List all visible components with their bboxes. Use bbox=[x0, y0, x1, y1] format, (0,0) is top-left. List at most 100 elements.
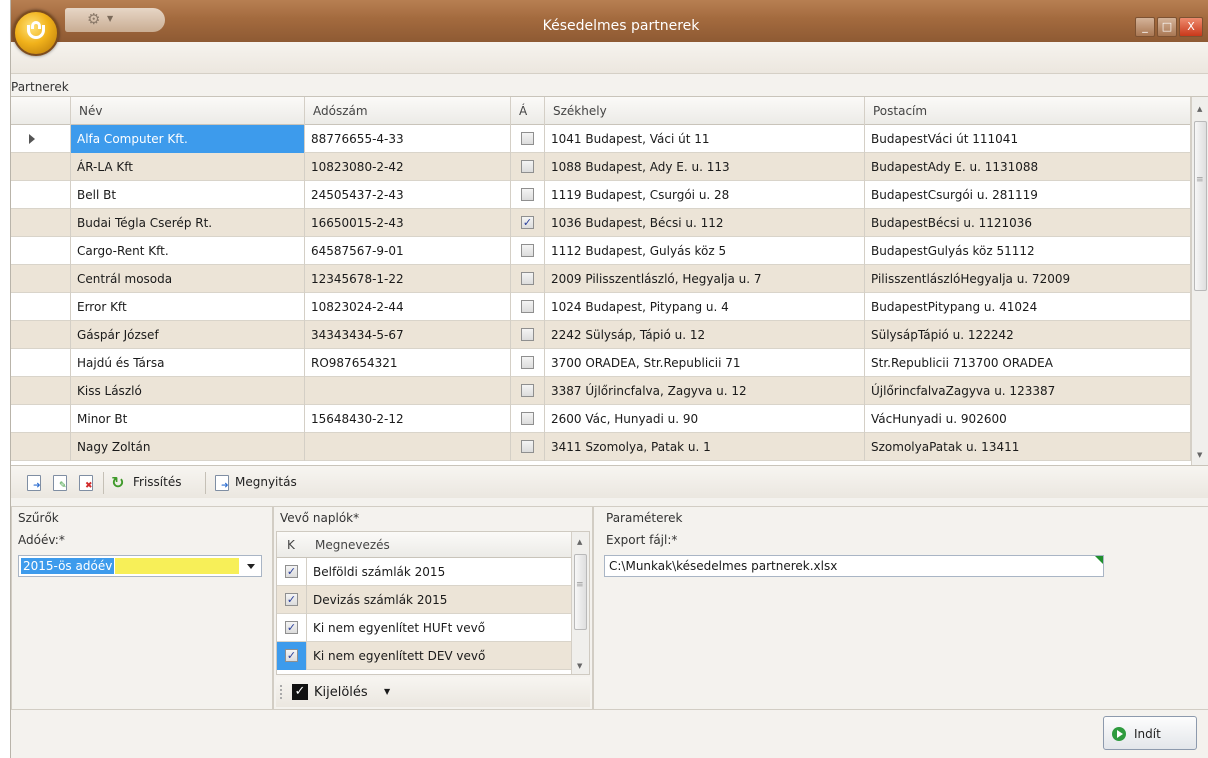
row-checkbox[interactable] bbox=[521, 300, 534, 313]
journal-checkbox[interactable]: ✓ bbox=[285, 565, 298, 578]
gear-icon[interactable]: ⚙ bbox=[87, 10, 100, 28]
column-header-postal[interactable]: Postacím bbox=[865, 97, 1191, 125]
row-indicator[interactable] bbox=[11, 265, 71, 293]
column-header-flag[interactable]: Á bbox=[511, 97, 545, 125]
journal-check-cell[interactable]: ✓ bbox=[277, 586, 307, 614]
partners-grid[interactable]: Név Adószám Á Székhely Postacím Alfa Com… bbox=[11, 96, 1208, 466]
row-checkbox[interactable] bbox=[521, 384, 534, 397]
row-indicator[interactable] bbox=[11, 237, 71, 265]
cell-flag[interactable] bbox=[511, 405, 545, 433]
table-row[interactable]: Alfa Computer Kft. 88776655-4-33 1041 Buda… bbox=[11, 125, 1191, 153]
cell-tax-number[interactable]: 16650015-2-43 bbox=[305, 209, 511, 237]
row-checkbox[interactable] bbox=[521, 160, 534, 173]
cell-flag[interactable] bbox=[511, 377, 545, 405]
cell-name[interactable]: Minor Bt bbox=[71, 405, 305, 433]
list-item[interactable]: ✓ Ki nem egyenlített DEV vevő bbox=[277, 642, 571, 670]
cell-seat[interactable]: 1024 Budapest, Pitypang u. 4 bbox=[545, 293, 865, 321]
cell-seat[interactable]: 2009 Pilisszentlászló, Hegyalja u. 7 bbox=[545, 265, 865, 293]
journal-check-cell[interactable]: ✓ bbox=[277, 614, 307, 642]
table-row[interactable]: ÁR-LA Kft 10823080-2-42 1088 Budapest, Ady… bbox=[11, 153, 1191, 181]
row-checkbox[interactable] bbox=[521, 440, 534, 453]
cell-postal[interactable]: BudapestBécsi u. 1121036 bbox=[865, 209, 1191, 237]
journal-checkbox[interactable]: ✓ bbox=[285, 621, 298, 634]
scrollbar-thumb[interactable] bbox=[574, 554, 587, 630]
maximize-button[interactable]: □ bbox=[1157, 17, 1177, 37]
open-document-icon[interactable]: ➜ bbox=[215, 475, 229, 491]
list-item[interactable]: ✓ Belföldi számlák 2015 bbox=[277, 558, 571, 586]
table-row[interactable]: Cargo-Rent Kft. 64587567-9-01 1112 Budapes… bbox=[11, 237, 1191, 265]
cell-postal[interactable]: SzomolyaPatak u. 13411 bbox=[865, 433, 1191, 461]
row-indicator[interactable] bbox=[11, 433, 71, 461]
cell-flag[interactable] bbox=[511, 181, 545, 209]
column-header-seat[interactable]: Székhely bbox=[545, 97, 865, 125]
cell-flag[interactable]: ✓ bbox=[511, 209, 545, 237]
open-button[interactable]: Megnyitás bbox=[235, 475, 297, 489]
close-button[interactable]: X bbox=[1179, 17, 1203, 37]
cell-seat[interactable]: 1088 Budapest, Ady E. u. 113 bbox=[545, 153, 865, 181]
tax-year-select[interactable]: 2015-ös adóév bbox=[18, 555, 262, 577]
cell-name[interactable]: Alfa Computer Kft. bbox=[71, 125, 305, 153]
cell-name[interactable]: Cargo-Rent Kft. bbox=[71, 237, 305, 265]
select-all-checkbox-icon[interactable]: ✓ bbox=[292, 684, 308, 700]
row-checkbox[interactable] bbox=[521, 188, 534, 201]
cell-postal[interactable]: Str.Republicii 713700 ORADEA bbox=[865, 349, 1191, 377]
table-row[interactable]: Nagy Zoltán 3411 Szomolya, Patak u. 1 Szom… bbox=[11, 433, 1191, 461]
table-row[interactable]: Budai Tégla Cserép Rt. 16650015-2-43 ✓ 1036… bbox=[11, 209, 1191, 237]
row-indicator[interactable] bbox=[11, 377, 71, 405]
cell-name[interactable]: Kiss László bbox=[71, 377, 305, 405]
chevron-down-icon[interactable]: ▼ bbox=[384, 687, 390, 696]
list-item[interactable]: ✓ Devizás számlák 2015 bbox=[277, 586, 571, 614]
journal-check-cell[interactable]: ✓ bbox=[277, 558, 307, 586]
cell-tax-number[interactable]: 34343434-5-67 bbox=[305, 321, 511, 349]
scrollbar-thumb[interactable] bbox=[1194, 121, 1207, 291]
cell-postal[interactable]: BudapestAdy E. u. 1131088 bbox=[865, 153, 1191, 181]
row-checkbox[interactable]: ✓ bbox=[521, 216, 534, 229]
row-indicator[interactable] bbox=[11, 405, 71, 433]
cell-seat[interactable]: 1119 Budapest, Csurgói u. 28 bbox=[545, 181, 865, 209]
cell-tax-number[interactable]: 12345678-1-22 bbox=[305, 265, 511, 293]
cell-postal[interactable]: BudapestVáci út 111041 bbox=[865, 125, 1191, 153]
row-indicator[interactable] bbox=[11, 321, 71, 349]
edit-document-icon[interactable]: ✎ bbox=[53, 475, 67, 491]
new-document-icon[interactable]: ➜ bbox=[27, 475, 41, 491]
cell-postal[interactable]: BudapestPitypang u. 41024 bbox=[865, 293, 1191, 321]
cell-postal[interactable]: BudapestGulyás köz 51112 bbox=[865, 237, 1191, 265]
cell-flag[interactable] bbox=[511, 237, 545, 265]
cell-postal[interactable]: SülysápTápió u. 122242 bbox=[865, 321, 1191, 349]
cell-tax-number[interactable]: 15648430-2-12 bbox=[305, 405, 511, 433]
cell-postal[interactable]: VácHunyadi u. 902600 bbox=[865, 405, 1191, 433]
journals-list[interactable]: K Megnevezés ✓ Belföldi számlák 2015 ✓ Devi… bbox=[276, 531, 590, 675]
cell-name[interactable]: Gáspár József bbox=[71, 321, 305, 349]
cell-tax-number[interactable]: 10823080-2-42 bbox=[305, 153, 511, 181]
cell-seat[interactable]: 1041 Budapest, Váci út 11 bbox=[545, 125, 865, 153]
row-indicator[interactable] bbox=[11, 293, 71, 321]
column-header-journal-name[interactable]: Megnevezés bbox=[315, 532, 390, 558]
cell-flag[interactable] bbox=[511, 125, 545, 153]
cell-postal[interactable]: PilisszentlászlóHegyalja u. 72009 bbox=[865, 265, 1191, 293]
column-header-k[interactable]: K bbox=[287, 532, 295, 558]
table-row[interactable]: Minor Bt 15648430-2-12 2600 Vác, Hunyadi u… bbox=[11, 405, 1191, 433]
delete-document-icon[interactable]: ✖ bbox=[79, 475, 93, 491]
scroll-down-icon[interactable]: ▼ bbox=[577, 662, 582, 670]
cell-name[interactable]: Error Kft bbox=[71, 293, 305, 321]
row-checkbox[interactable] bbox=[521, 244, 534, 257]
cell-flag[interactable] bbox=[511, 293, 545, 321]
table-row[interactable]: Bell Bt 24505437-2-43 1119 Budapest, Csurg… bbox=[11, 181, 1191, 209]
cell-flag[interactable] bbox=[511, 153, 545, 181]
row-checkbox[interactable] bbox=[521, 328, 534, 341]
row-indicator[interactable] bbox=[11, 153, 71, 181]
row-checkbox[interactable] bbox=[521, 272, 534, 285]
column-header-name[interactable]: Név bbox=[71, 97, 305, 125]
table-row[interactable]: Gáspár József 34343434-5-67 2242 Sülysáp, … bbox=[11, 321, 1191, 349]
cell-seat[interactable]: 3700 ORADEA, Str.Republicii 71 bbox=[545, 349, 865, 377]
application-menu-button[interactable] bbox=[13, 10, 59, 56]
cell-flag[interactable] bbox=[511, 321, 545, 349]
export-file-input[interactable]: C:\Munkak\késedelmes partnerek.xlsx bbox=[604, 555, 1104, 577]
cell-name[interactable]: Nagy Zoltán bbox=[71, 433, 305, 461]
cell-tax-number[interactable]: 10823024-2-44 bbox=[305, 293, 511, 321]
cell-seat[interactable]: 2242 Sülysáp, Tápió u. 12 bbox=[545, 321, 865, 349]
cell-name[interactable]: Budai Tégla Cserép Rt. bbox=[71, 209, 305, 237]
cell-name[interactable]: Bell Bt bbox=[71, 181, 305, 209]
cell-seat[interactable]: 1112 Budapest, Gulyás köz 5 bbox=[545, 237, 865, 265]
grid-vertical-scrollbar[interactable]: ▲ ≡ ▼ bbox=[1191, 97, 1208, 465]
